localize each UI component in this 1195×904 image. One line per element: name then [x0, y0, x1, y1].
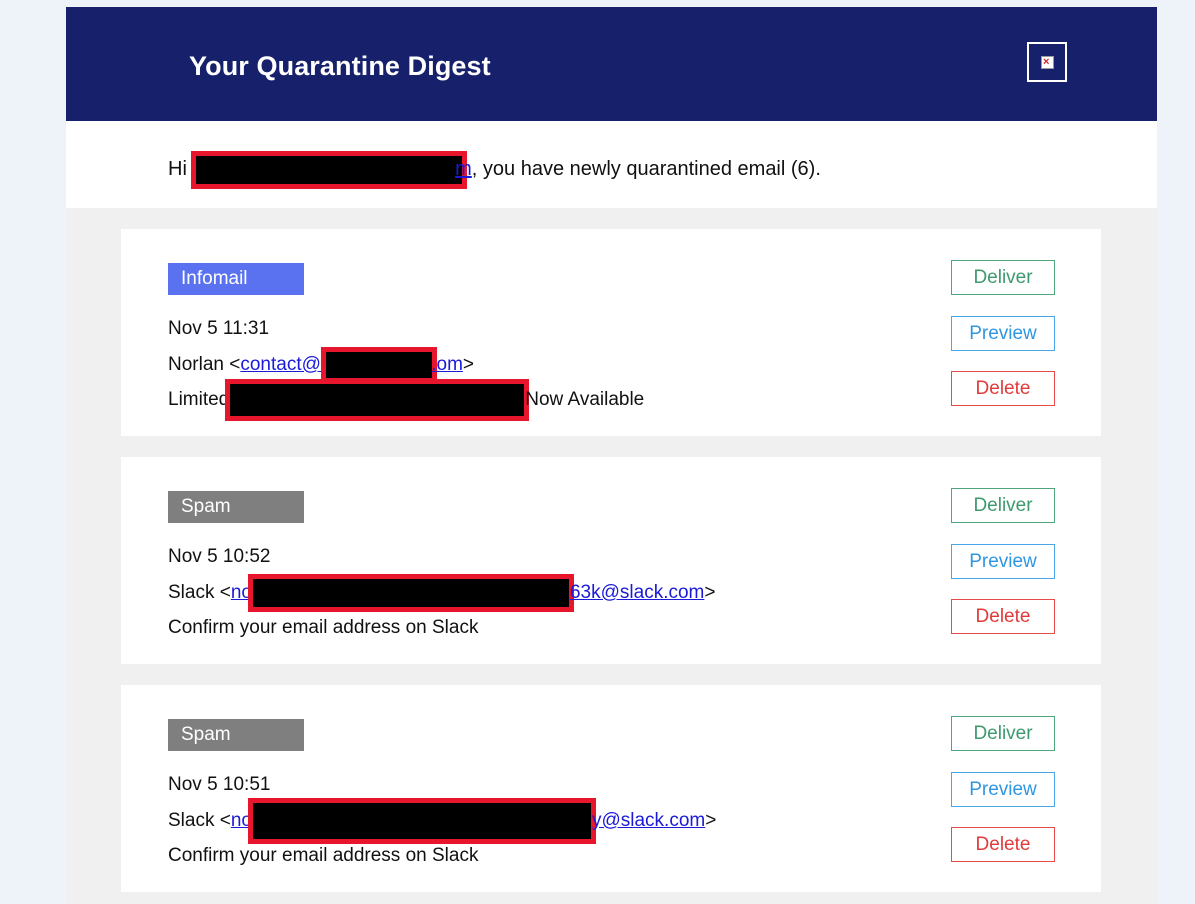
subject-end: Now Available: [525, 389, 645, 410]
deliver-button[interactable]: Deliver: [951, 716, 1055, 751]
preview-button[interactable]: Preview: [951, 316, 1055, 351]
email-date: Nov 5 10:51: [168, 774, 271, 795]
recipient-email-end: m: [455, 158, 472, 180]
deliver-button[interactable]: Deliver: [951, 488, 1055, 523]
greeting-suffix: , you have newly quarantined email (6).: [471, 158, 821, 180]
delete-button[interactable]: Delete: [951, 599, 1055, 634]
greeting-banner: Hi rm, you have newly quarantined email …: [66, 121, 1157, 208]
sender-email-end: 63k@slack.com: [569, 582, 705, 603]
sender-name: Norlan <: [168, 354, 241, 375]
sender-name: Slack <: [168, 582, 231, 603]
deliver-button[interactable]: Deliver: [951, 260, 1055, 295]
sender-email-start: contact@r: [240, 354, 328, 375]
sender-email-link[interactable]: no 63k@slack.com: [231, 573, 705, 612]
preview-button[interactable]: Preview: [951, 544, 1055, 579]
recipient-email-link[interactable]: rm: [191, 150, 472, 189]
page-title: Your Quarantine Digest: [189, 51, 491, 81]
email-card: Spam Nov 5 10:52 Slack <no 63k@slack.com>…: [121, 457, 1101, 664]
broken-image-glyph: ×: [1041, 56, 1054, 69]
greeting-prefix: Hi: [168, 158, 193, 180]
email-sender: Slack <no y@slack.com>: [168, 797, 717, 844]
subject-start: Limited: [168, 389, 230, 410]
email-sender: Slack <no 63k@slack.com>: [168, 573, 716, 612]
sender-email-link[interactable]: contact@r .om: [240, 346, 463, 383]
sender-email-end: y@slack.com: [591, 810, 706, 831]
email-subject: Confirm your email address on Slack: [168, 617, 479, 638]
email-card: Infomail Nov 5 11:31 Norlan <contact@r .o…: [121, 229, 1101, 436]
broken-image-icon: ×: [1027, 42, 1067, 82]
email-card: Spam Nov 5 10:51 Slack <no y@slack.com> C…: [121, 685, 1101, 892]
sender-close: >: [705, 810, 717, 831]
sender-close: >: [462, 354, 475, 375]
category-badge: Spam: [168, 491, 304, 523]
preview-button[interactable]: Preview: [951, 772, 1055, 807]
digest-header: Your Quarantine Digest ×: [66, 7, 1157, 121]
email-subject: Limited Now Available: [168, 378, 645, 421]
email-subject: Confirm your email address on Slack: [168, 845, 479, 866]
digest-container: Your Quarantine Digest × Hi rm, you have…: [66, 7, 1157, 904]
greeting-text: Hi rm, you have newly quarantined email …: [168, 150, 821, 189]
sender-email-end: .om: [431, 354, 463, 375]
delete-button[interactable]: Delete: [951, 371, 1055, 406]
sender-name: Slack <: [168, 810, 231, 831]
email-date: Nov 5 10:52: [168, 546, 271, 567]
sender-close: >: [704, 582, 716, 603]
category-badge: Infomail: [168, 263, 304, 295]
sender-email-link[interactable]: no y@slack.com: [231, 797, 706, 844]
redaction-box: [247, 573, 574, 612]
email-sender: Norlan <contact@r .om>: [168, 346, 475, 383]
redaction-box: [247, 797, 596, 844]
category-badge: Spam: [168, 719, 304, 751]
redaction-box: [321, 346, 438, 383]
email-date: Nov 5 11:31: [168, 318, 270, 339]
redaction-box: [191, 150, 468, 189]
redaction-box: [225, 378, 530, 421]
delete-button[interactable]: Delete: [951, 827, 1055, 862]
